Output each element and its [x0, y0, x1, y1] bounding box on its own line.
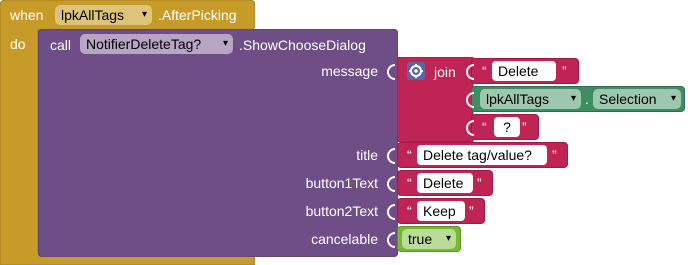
event-component-dropdown[interactable]: lpkAllTags ▾ — [55, 5, 152, 25]
quote-close: ” — [552, 147, 557, 163]
gear-icon-svg — [409, 64, 423, 78]
event-component-name: lpkAllTags — [61, 7, 125, 23]
event-name: .AfterPicking — [158, 7, 237, 23]
call-component-dropdown[interactable]: NotifierDeleteTag? ▾ — [80, 34, 233, 54]
text-value[interactable]: ? — [494, 117, 520, 137]
param-cancelable-label: cancelable — [311, 231, 378, 247]
chevron-down-icon: ▾ — [445, 233, 451, 244]
quote-open: “ — [407, 147, 412, 163]
call-method-name: .ShowChooseDialog — [239, 37, 366, 53]
text-value[interactable]: Keep — [417, 201, 465, 221]
boolean-dropdown[interactable]: true ▾ — [402, 229, 456, 249]
param-title-label: title — [356, 147, 378, 163]
quote-open: “ — [407, 203, 412, 219]
getter-component-name: lpkAllTags — [486, 91, 550, 107]
chevron-down-icon: ▾ — [141, 9, 147, 20]
boolean-value: true — [408, 231, 433, 247]
text-value[interactable]: Delete — [417, 173, 473, 193]
join-label: join — [434, 64, 456, 80]
text-value[interactable]: Delete — [492, 61, 556, 81]
do-label: do — [10, 36, 26, 52]
param-button2-label: button2Text — [305, 203, 378, 219]
quote-close: ” — [562, 63, 567, 79]
when-label: when — [10, 7, 44, 23]
quote-close: ” — [469, 203, 474, 219]
quote-open: “ — [407, 175, 412, 191]
chevron-down-icon: ▾ — [222, 38, 228, 49]
param-button1-label: button1Text — [305, 175, 378, 191]
param-message-label: message — [321, 63, 378, 79]
call-label: call — [50, 37, 72, 53]
getter-dot: . — [585, 91, 589, 107]
getter-component-dropdown[interactable]: lpkAllTags ▾ — [480, 89, 581, 109]
quote-open: “ — [482, 63, 487, 79]
quote-open: “ — [482, 119, 487, 135]
getter-property-dropdown[interactable]: Selection ▾ — [593, 89, 681, 109]
chevron-down-icon: ▾ — [670, 93, 676, 104]
quote-close: ” — [522, 119, 527, 135]
getter-property-name: Selection — [599, 91, 657, 107]
gear-icon[interactable] — [407, 62, 425, 80]
quote-close: ” — [477, 175, 482, 191]
call-component-name: NotifierDeleteTag? — [86, 36, 202, 52]
chevron-down-icon: ▾ — [570, 93, 576, 104]
text-value[interactable]: Delete tag/value? — [417, 145, 547, 165]
